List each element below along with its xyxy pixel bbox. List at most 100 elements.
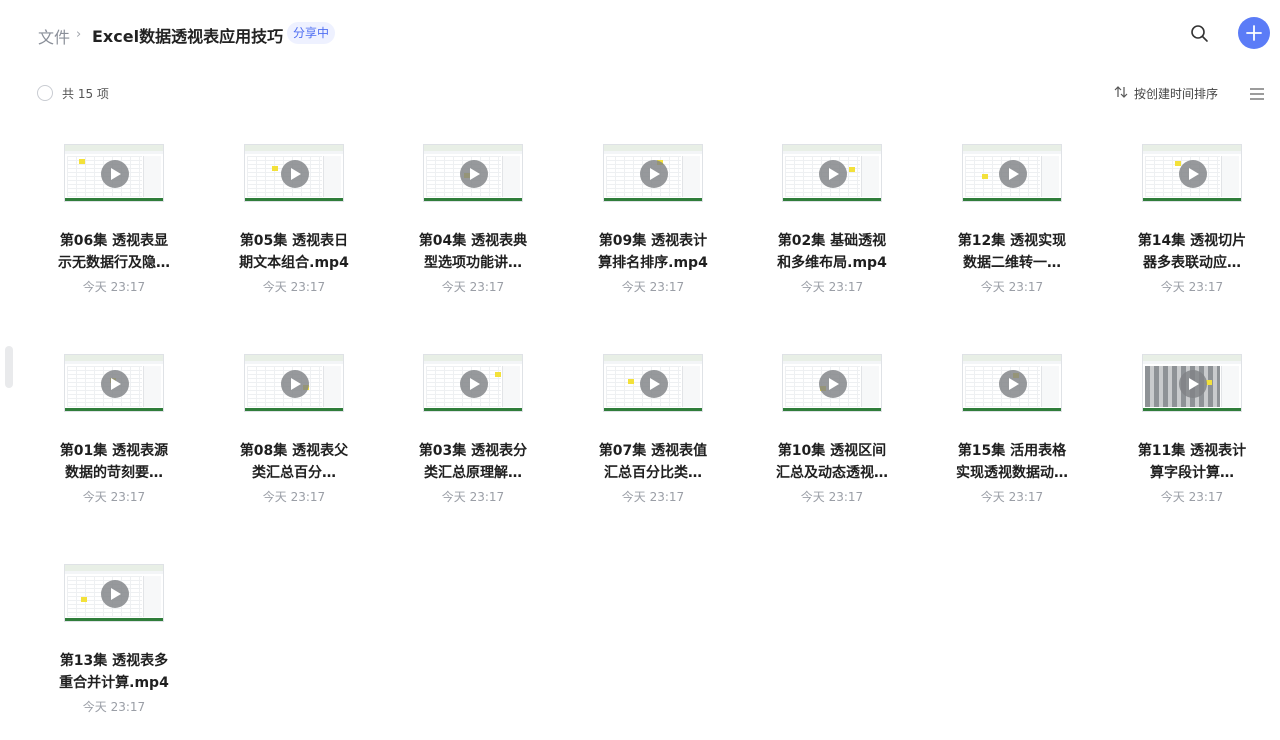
play-button[interactable] — [999, 370, 1027, 398]
video-thumbnail[interactable] — [962, 354, 1062, 412]
search-button[interactable] — [1188, 22, 1212, 46]
file-name-line2: 型选项功能讲… — [424, 255, 522, 271]
thumb-highlight — [81, 597, 87, 602]
play-button[interactable] — [460, 370, 488, 398]
file-name[interactable]: 第10集 透视区间 汇总及动态透视… — [768, 440, 896, 484]
thumb-side-pane — [143, 366, 161, 407]
video-thumbnail[interactable] — [423, 354, 523, 412]
video-thumbnail[interactable] — [423, 144, 523, 202]
play-icon — [829, 168, 839, 180]
thumb-status-bar — [424, 198, 522, 201]
file-name[interactable]: 第03集 透视表分 类汇总原理解… — [409, 440, 537, 484]
file-card[interactable]: 第09集 透视表计 算排名排序.mp4 今天 23:17 — [563, 130, 743, 320]
video-thumbnail[interactable] — [1142, 354, 1242, 412]
play-button[interactable] — [999, 160, 1027, 188]
select-all-checkbox[interactable] — [37, 85, 53, 101]
file-name[interactable]: 第07集 透视表值 汇总百分比类… — [589, 440, 717, 484]
thumb-side-pane — [1221, 366, 1239, 407]
list-view-button[interactable] — [1249, 86, 1265, 100]
file-card[interactable]: 第07集 透视表值 汇总百分比类… 今天 23:17 — [563, 340, 743, 530]
thumb-formula-bar — [963, 151, 1061, 154]
video-thumbnail[interactable] — [244, 354, 344, 412]
thumb-status-bar — [65, 408, 163, 411]
file-card[interactable]: 第12集 透视实现 数据二维转一… 今天 23:17 — [922, 130, 1102, 320]
play-button[interactable] — [1179, 160, 1207, 188]
file-card[interactable]: 第10集 透视区间 汇总及动态透视… 今天 23:17 — [742, 340, 922, 530]
file-name[interactable]: 第04集 透视表典 型选项功能讲… — [409, 230, 537, 274]
thumb-side-pane — [1221, 156, 1239, 197]
file-name[interactable]: 第14集 透视切片 器多表联动应… — [1128, 230, 1256, 274]
file-name[interactable]: 第11集 透视表计 算字段计算… — [1128, 440, 1256, 484]
file-card[interactable]: 第14集 透视切片 器多表联动应… 今天 23:17 — [1102, 130, 1280, 320]
video-thumbnail[interactable] — [782, 144, 882, 202]
play-button[interactable] — [101, 370, 129, 398]
video-thumbnail[interactable] — [603, 144, 703, 202]
header-bar: 文件 › Excel数据透视表应用技巧 分享中 — [0, 0, 1280, 70]
thumb-side-pane — [323, 156, 341, 197]
play-button[interactable] — [640, 160, 668, 188]
file-name[interactable]: 第02集 基础透视 和多维布局.mp4 — [768, 230, 896, 274]
file-name[interactable]: 第08集 透视表父 类汇总百分… — [230, 440, 358, 484]
file-name-line1: 第02集 基础透视 — [777, 233, 887, 249]
play-button[interactable] — [101, 160, 129, 188]
file-timestamp: 今天 23:17 — [441, 280, 505, 294]
play-button[interactable] — [101, 580, 129, 608]
video-thumbnail[interactable] — [64, 354, 164, 412]
file-name[interactable]: 第06集 透视表显 示无数据行及隐… — [50, 230, 178, 274]
video-thumbnail[interactable] — [244, 144, 344, 202]
file-timestamp: 今天 23:17 — [82, 490, 146, 504]
file-name[interactable]: 第13集 透视表多 重合并计算.mp4 — [50, 650, 178, 694]
file-name-line1: 第06集 透视表显 — [59, 233, 169, 249]
file-name[interactable]: 第01集 透视表源 数据的苛刻要… — [50, 440, 178, 484]
file-card[interactable]: 第15集 活用表格 实现透视数据动… 今天 23:17 — [922, 340, 1102, 530]
play-icon — [470, 378, 480, 390]
breadcrumb-root[interactable]: 文件 — [38, 24, 70, 48]
file-name-line2: 数据二维转一… — [963, 255, 1061, 271]
play-button[interactable] — [819, 370, 847, 398]
video-thumbnail[interactable] — [962, 144, 1062, 202]
play-icon — [291, 168, 301, 180]
add-button[interactable] — [1238, 17, 1270, 49]
video-thumbnail[interactable] — [64, 564, 164, 622]
sort-label: 按创建时间排序 — [1134, 87, 1219, 101]
file-card[interactable]: 第05集 透视表日 期文本组合.mp4 今天 23:17 — [204, 130, 384, 320]
file-name-line1: 第04集 透视表典 — [418, 233, 528, 249]
file-card[interactable]: 第08集 透视表父 类汇总百分… 今天 23:17 — [204, 340, 384, 530]
file-card[interactable]: 第04集 透视表典 型选项功能讲… 今天 23:17 — [383, 130, 563, 320]
file-name[interactable]: 第12集 透视实现 数据二维转一… — [948, 230, 1076, 274]
thumb-formula-bar — [65, 571, 163, 574]
file-card[interactable]: 第01集 透视表源 数据的苛刻要… 今天 23:17 — [24, 340, 204, 530]
play-button[interactable] — [460, 160, 488, 188]
thumb-highlight — [849, 167, 855, 172]
thumb-formula-bar — [245, 151, 343, 154]
video-thumbnail[interactable] — [1142, 144, 1242, 202]
thumb-side-pane — [143, 576, 161, 617]
file-timestamp: 今天 23:17 — [980, 280, 1044, 294]
video-thumbnail[interactable] — [603, 354, 703, 412]
thumb-formula-bar — [424, 361, 522, 364]
play-button[interactable] — [281, 160, 309, 188]
file-name-line1: 第13集 透视表多 — [59, 653, 169, 669]
file-card[interactable]: 第11集 透视表计 算字段计算… 今天 23:17 — [1102, 340, 1280, 530]
file-timestamp: 今天 23:17 — [262, 280, 326, 294]
thumb-status-bar — [65, 198, 163, 201]
file-card[interactable]: 第03集 透视表分 类汇总原理解… 今天 23:17 — [383, 340, 563, 530]
play-button[interactable] — [819, 160, 847, 188]
scrollbar-handle[interactable] — [5, 346, 13, 388]
file-timestamp: 今天 23:17 — [82, 280, 146, 294]
file-name[interactable]: 第05集 透视表日 期文本组合.mp4 — [230, 230, 358, 274]
thumb-status-bar — [783, 198, 881, 201]
play-button[interactable] — [1179, 370, 1207, 398]
file-name[interactable]: 第09集 透视表计 算排名排序.mp4 — [589, 230, 717, 274]
file-name-line2: 数据的苛刻要… — [65, 465, 163, 481]
file-card[interactable]: 第13集 透视表多 重合并计算.mp4 今天 23:17 — [24, 550, 204, 740]
thumb-status-bar — [1143, 198, 1241, 201]
file-name[interactable]: 第15集 活用表格 实现透视数据动… — [948, 440, 1076, 484]
play-button[interactable] — [640, 370, 668, 398]
play-button[interactable] — [281, 370, 309, 398]
play-icon — [470, 168, 480, 180]
file-card[interactable]: 第02集 基础透视 和多维布局.mp4 今天 23:17 — [742, 130, 922, 320]
video-thumbnail[interactable] — [64, 144, 164, 202]
file-card[interactable]: 第06集 透视表显 示无数据行及隐… 今天 23:17 — [24, 130, 204, 320]
video-thumbnail[interactable] — [782, 354, 882, 412]
